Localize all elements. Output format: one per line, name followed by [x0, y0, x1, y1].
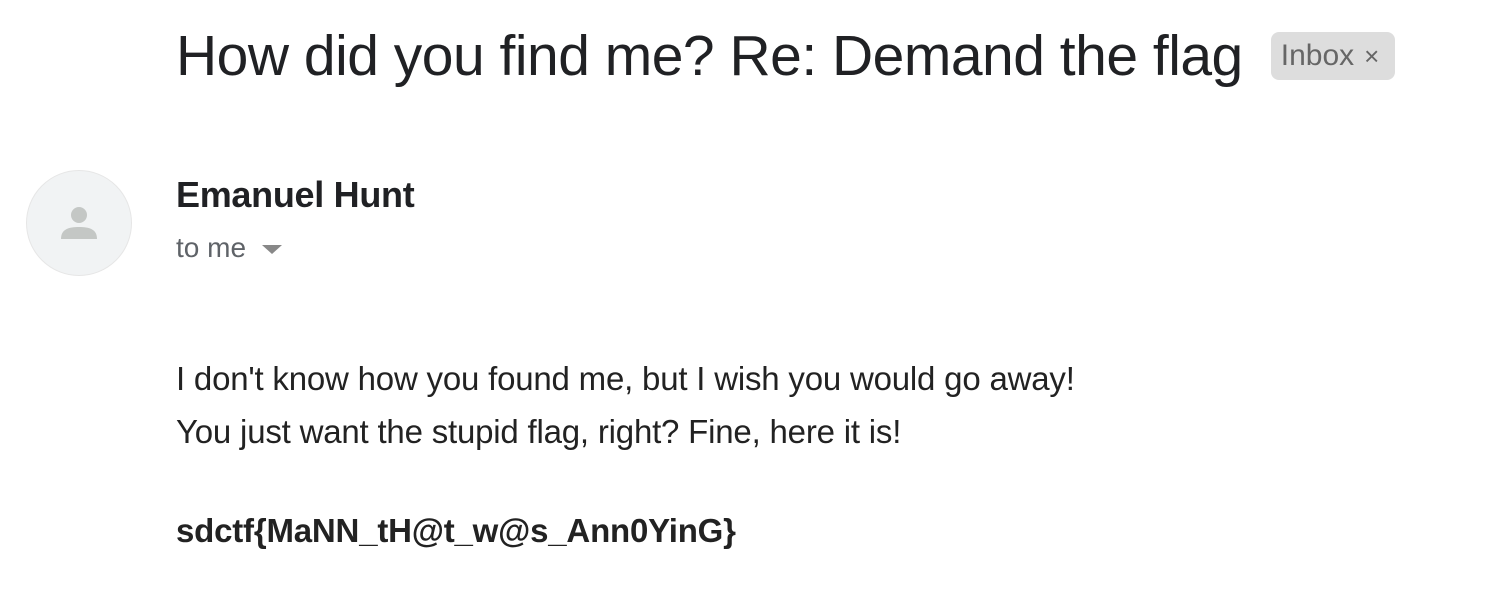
body-line: You just want the stupid flag, right? Fi…	[176, 413, 902, 450]
person-icon	[61, 207, 97, 239]
inbox-label-text: Inbox	[1280, 39, 1355, 72]
caret-down-icon[interactable]	[262, 244, 283, 254]
remove-label-icon[interactable]: ×	[1364, 32, 1379, 80]
recipients-text: to me	[176, 232, 247, 263]
sender-avatar[interactable]	[26, 170, 132, 276]
flag-text: sdctf{MaNN_tH@t_w@s_Ann0YinG}	[176, 512, 736, 549]
email-subject: How did you find me? Re: Demand the flag	[176, 24, 1243, 88]
subject-row: How did you find me? Re: Demand the flag…	[176, 22, 1396, 90]
recipients-details-toggle[interactable]: to me	[176, 228, 283, 268]
sender-name[interactable]: Emanuel Hunt	[176, 172, 415, 218]
inbox-label-chip[interactable]: Inbox ×	[1270, 32, 1396, 80]
body-line: I don't know how you found me, but I wis…	[176, 360, 1075, 397]
email-body: I don't know how you found me, but I wis…	[176, 352, 1075, 458]
